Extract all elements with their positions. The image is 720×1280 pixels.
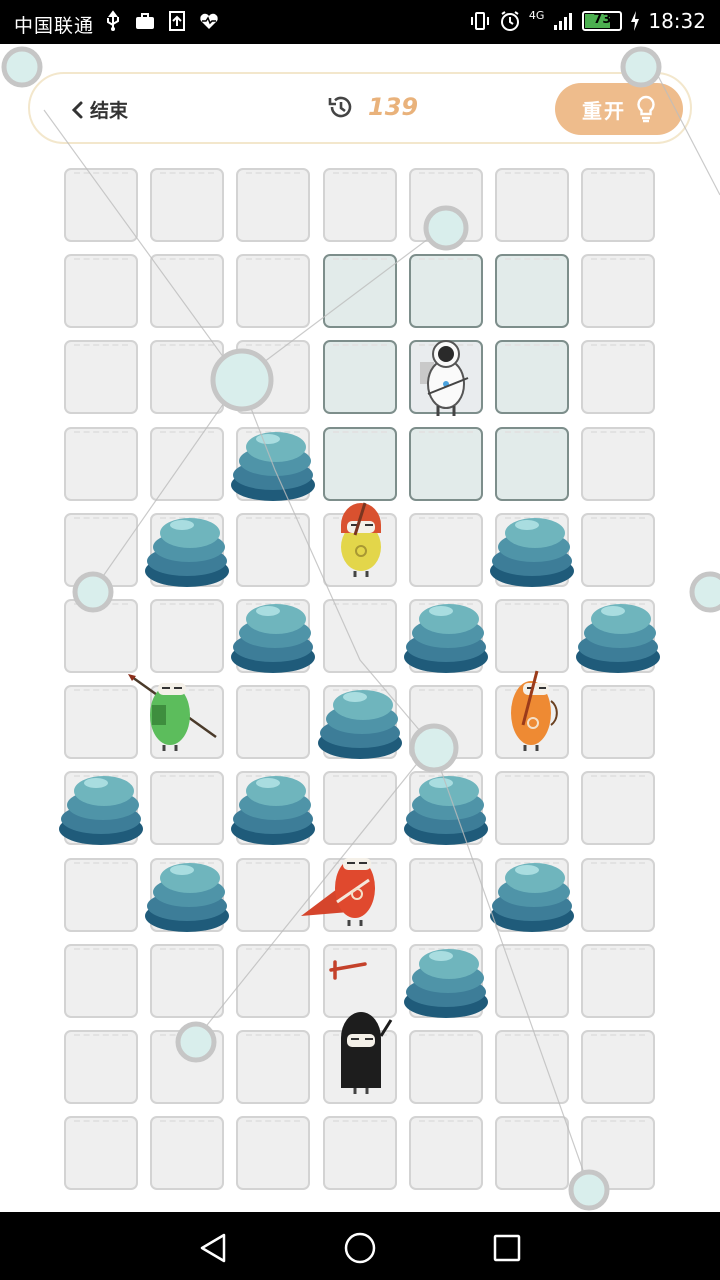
board-cell[interactable] <box>408 254 483 329</box>
sword-icon <box>321 924 401 1014</box>
board-cell[interactable] <box>64 340 138 415</box>
rock-obstacle <box>487 501 577 591</box>
game-screen: 中国联通 4G 73 18:32 结束 139 重开 <box>0 0 720 1280</box>
yellow-hooded-warrior-icon[interactable] <box>321 491 401 581</box>
rock-obstacle <box>142 846 232 936</box>
board-cell[interactable] <box>150 599 225 673</box>
board-cell[interactable] <box>236 685 311 760</box>
board-cell[interactable] <box>581 512 656 587</box>
board-cell[interactable] <box>495 943 569 1018</box>
board-cell[interactable] <box>64 857 138 932</box>
board-cell[interactable] <box>581 426 656 501</box>
board-cell[interactable] <box>495 254 569 329</box>
rock-obstacle <box>228 415 318 505</box>
nav-home-icon <box>344 1232 376 1264</box>
board-cell[interactable] <box>150 1116 225 1191</box>
board-cell[interactable] <box>495 1030 569 1104</box>
board-cell[interactable] <box>581 1116 656 1191</box>
nav-recents-icon <box>493 1234 521 1262</box>
board-cell[interactable] <box>64 512 138 587</box>
nav-home-button[interactable] <box>340 1228 380 1268</box>
board-cell[interactable] <box>495 599 569 673</box>
board-cell[interactable] <box>64 1116 138 1191</box>
board-cell[interactable] <box>581 1030 656 1104</box>
board-cell[interactable] <box>581 857 656 932</box>
green-spearman-icon[interactable] <box>124 665 224 755</box>
board-cell[interactable] <box>322 1116 397 1191</box>
board-cell[interactable] <box>495 1116 569 1191</box>
board-cell[interactable] <box>236 340 311 415</box>
board-cell[interactable] <box>150 254 225 329</box>
rock-obstacle <box>228 587 318 677</box>
board-cell[interactable] <box>64 943 138 1018</box>
astronaut-icon[interactable] <box>406 332 486 422</box>
board-cell[interactable] <box>322 599 397 673</box>
board-cell[interactable] <box>495 340 569 415</box>
board-cell[interactable] <box>408 685 483 760</box>
board-cell[interactable] <box>236 168 311 242</box>
board-cell[interactable] <box>322 340 397 415</box>
red-caped-warrior-icon[interactable] <box>297 840 397 930</box>
rock-obstacle <box>401 587 491 677</box>
board-cell[interactable] <box>581 943 656 1018</box>
rock-obstacle <box>401 932 491 1022</box>
board-cell[interactable] <box>150 426 225 501</box>
board-cell[interactable] <box>495 771 569 846</box>
navigation-bar <box>0 1212 720 1280</box>
nav-back-button[interactable] <box>193 1228 233 1268</box>
rock-obstacle <box>401 759 491 849</box>
board-cell[interactable] <box>408 512 483 587</box>
nav-back-icon <box>200 1233 226 1263</box>
board-cell[interactable] <box>150 340 225 415</box>
board-cell[interactable] <box>322 771 397 846</box>
board-cell[interactable] <box>150 943 225 1018</box>
board-cell[interactable] <box>236 1116 311 1191</box>
board-cell[interactable] <box>64 254 138 329</box>
board-cell[interactable] <box>408 168 483 242</box>
board-cell[interactable] <box>581 771 656 846</box>
board-cell[interactable] <box>322 426 397 501</box>
board-cell[interactable] <box>150 771 225 846</box>
board-cell[interactable] <box>64 1030 138 1104</box>
rock-obstacle <box>142 501 232 591</box>
board-cell[interactable] <box>236 943 311 1018</box>
board-cell[interactable] <box>581 340 656 415</box>
board-cell[interactable] <box>408 857 483 932</box>
board-cell[interactable] <box>236 254 311 329</box>
black-ninja-icon[interactable] <box>321 1006 401 1096</box>
rock-obstacle <box>56 759 146 849</box>
rock-obstacle <box>573 587 663 677</box>
board-cell[interactable] <box>408 1116 483 1191</box>
board-cell[interactable] <box>495 168 569 242</box>
board-cell[interactable] <box>408 1030 483 1104</box>
board-cell[interactable] <box>150 1030 225 1104</box>
board-cell[interactable] <box>64 599 138 673</box>
board-cell[interactable] <box>64 426 138 501</box>
board-cell[interactable] <box>150 168 225 242</box>
board-cell[interactable] <box>322 254 397 329</box>
board-cell[interactable] <box>322 168 397 242</box>
orange-archer-icon[interactable] <box>493 665 573 755</box>
nav-recents-button[interactable] <box>487 1228 527 1268</box>
board-cell[interactable] <box>236 512 311 587</box>
game-board <box>0 0 720 1280</box>
board-cell[interactable] <box>581 254 656 329</box>
board-cell[interactable] <box>581 685 656 760</box>
board-cell[interactable] <box>495 426 569 501</box>
board-cell[interactable] <box>408 426 483 501</box>
rock-obstacle <box>228 759 318 849</box>
rock-obstacle <box>315 673 405 763</box>
board-cell[interactable] <box>581 168 656 242</box>
rock-obstacle <box>487 846 577 936</box>
board-cell[interactable] <box>64 168 138 242</box>
board-cell[interactable] <box>236 1030 311 1104</box>
